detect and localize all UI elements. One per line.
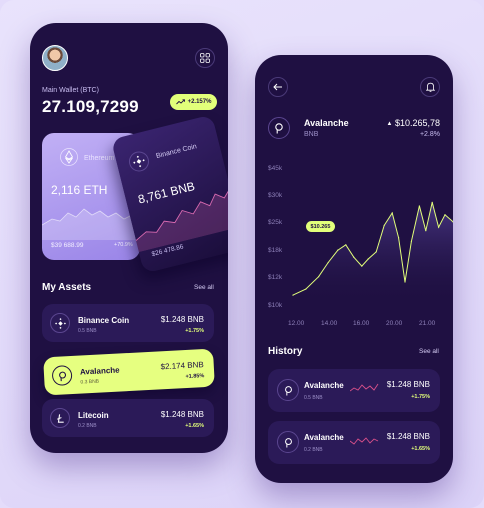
asset-name: Binance Coin [78,316,130,325]
price-point [375,251,377,253]
asset-amount: 0.5 BNB [78,328,97,334]
history-amount: 0.2 BNB [304,447,323,453]
my-assets-title: My Assets [42,282,92,293]
coin-symbol: BNB [304,131,319,138]
history-sparkline [350,383,379,392]
ethereum-change: +70.9% [114,242,133,248]
price-point [383,224,385,226]
trend-up-icon [175,99,185,105]
ethereum-sparkline [42,208,140,240]
price-point [345,244,347,246]
price-point [305,288,307,290]
x-tick-label: 16.00 [353,320,370,327]
history-title: History [268,346,303,357]
wallet-phone-screen: Main Wallet (BTC) 27.109,7299 +2.157% Et… [30,23,228,453]
back-button[interactable] [268,77,288,97]
arrow-left-icon [273,83,282,91]
history-row[interactable]: Avalanche 0.5 BNB $1.248 BNB +1.75% [268,369,440,412]
asset-amount: 0.3 BNB [80,378,100,386]
price-point [337,249,339,251]
history-amount: 0.5 BNB [304,395,323,401]
price-point [404,281,406,283]
price-line-chart[interactable] [255,155,453,335]
coin-name: Avalanche [304,118,349,128]
asset-value: $2.174 BNB [160,360,204,372]
history-coin-name: Avalanche [304,381,344,390]
history-change: +1.65% [411,446,430,452]
x-tick-label: 12.00 [288,320,305,327]
price-point [292,294,294,296]
price-point [425,230,427,232]
price-point [367,258,369,260]
coin-price: ▲ $10.265,78 [386,118,440,128]
wallet-change-value: +2.157% [187,99,212,105]
asset-value: $1.248 BNB [160,410,204,419]
grid-icon [200,53,210,63]
avalanche-coin-icon [277,379,299,401]
coin-detail-phone-screen: Avalanche BNB ▲ $10.265,78 +2.8% $45k $3… [255,55,453,483]
ethereum-name: Ethereum [84,155,115,162]
asset-row-litecoin[interactable]: Litecoin 0.2 BNB $1.248 BNB +1.65% [42,399,214,437]
avalanche-coin-icon [51,364,73,387]
history-see-all-link[interactable]: See all [419,348,439,355]
user-avatar[interactable] [42,45,68,71]
bell-icon [425,82,435,92]
avalanche-coin-icon [268,117,290,139]
coin-price-value: $10.265,78 [394,118,440,128]
wallet-label: Main Wallet (BTC) [42,87,99,94]
asset-name: Litecoin [78,411,109,420]
asset-amount: 0.2 BNB [78,423,97,429]
asset-row-binance[interactable]: Binance Coin 0.5 BNB $1.248 BNB +1.75% [42,304,214,342]
ethereum-usd-value: $39 688.99 [51,242,84,249]
price-point [431,201,433,203]
asset-change: +1.75% [185,328,204,334]
avalanche-coin-icon [277,431,299,453]
x-tick-label: 20.00 [386,320,403,327]
price-point [361,265,363,267]
chart-tooltip: $10.265 [306,221,335,232]
x-tick-label: 14.00 [321,320,338,327]
ethereum-icon [60,148,78,166]
asset-value: $1.248 BNB [160,315,204,324]
price-point [318,276,320,278]
triangle-up-icon: ▲ [386,121,393,127]
asset-name: Avalanche [79,365,120,377]
history-row[interactable]: Avalanche 0.2 BNB $1.248 BNB +1.65% [268,421,440,464]
coin-change: +2.8% [419,131,440,138]
menu-grid-button[interactable] [195,48,215,68]
price-point [418,205,420,207]
price-point [353,256,355,258]
price-point [438,226,440,228]
price-point [398,237,400,239]
wallet-balance: 27.109,7299 [42,97,139,116]
history-value: $1.248 BNB [386,432,430,441]
history-coin-name: Avalanche [304,433,344,442]
wallet-change-badge: +2.157% [170,94,217,110]
binance-name: Binance Coin [155,143,198,161]
asset-change: +1.85% [185,373,205,381]
price-point [444,214,446,216]
binance-coin-icon [50,313,70,333]
binance-coin-icon [126,149,152,174]
price-point [410,240,412,242]
notifications-button[interactable] [420,77,440,97]
x-tick-label: 21.00 [419,320,436,327]
asset-change: +1.65% [185,423,204,429]
asset-row-avalanche[interactable]: Avalanche 0.3 BNB $2.174 BNB +1.85% [43,348,215,396]
price-point [391,212,393,214]
history-sparkline [350,437,379,445]
history-value: $1.248 BNB [386,380,430,389]
my-assets-see-all-link[interactable]: See all [194,284,214,291]
price-point [327,261,329,264]
litecoin-icon [50,408,70,428]
history-change: +1.75% [411,394,430,400]
